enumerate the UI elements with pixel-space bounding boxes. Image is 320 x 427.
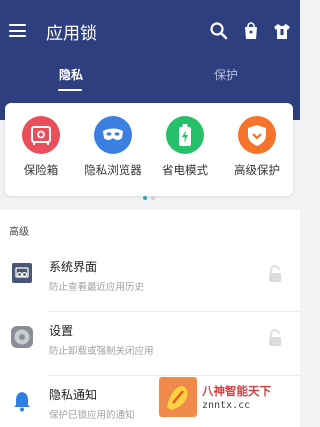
feature-card: 保险箱 隐私浏览器 省电模式 高级保护 xyxy=(5,103,293,200)
search-icon[interactable] xyxy=(209,21,229,41)
row-subtitle: 防止卸载或强制关闭应用 xyxy=(49,346,154,357)
tab-bar: 隐私 保护 xyxy=(0,62,300,96)
feature-label: 保险箱 xyxy=(23,163,59,177)
feature-power-saving[interactable]: 省电模式 xyxy=(149,116,221,178)
feature-label: 省电模式 xyxy=(162,163,208,177)
row-title: 隐私通知 xyxy=(49,388,98,402)
lock-icon[interactable] xyxy=(268,265,282,283)
page-dot xyxy=(151,196,155,200)
page-dot xyxy=(143,196,147,200)
app-header: 应用锁 隐私 保护 xyxy=(0,0,300,120)
mask-icon xyxy=(94,116,132,154)
feature-safe[interactable]: 保险箱 xyxy=(5,116,77,178)
safe-icon xyxy=(22,116,60,154)
list-item-system-ui[interactable]: 系统界面 防止查看最近应用历史 xyxy=(0,250,300,312)
menu-icon[interactable] xyxy=(9,24,26,37)
settings-icon xyxy=(11,326,33,348)
battery-icon xyxy=(166,116,204,154)
lock-icon[interactable] xyxy=(268,329,282,347)
feature-label: 高级保护 xyxy=(234,163,280,177)
watermark: 八神智能天下 znntx.cc xyxy=(159,377,300,417)
feature-advanced-protection[interactable]: 高级保护 xyxy=(221,116,293,178)
watermark-logo xyxy=(159,377,197,417)
list-item-settings[interactable]: 设置 防止卸载或强制关闭应用 xyxy=(0,314,300,376)
shirt-icon[interactable] xyxy=(272,21,292,41)
watermark-text: 八神智能天下 xyxy=(202,384,271,398)
section-title: 高级 xyxy=(9,227,29,238)
divider xyxy=(49,311,300,312)
row-subtitle: 保护已锁应用的通知 xyxy=(49,410,135,421)
feature-private-browser[interactable]: 隐私浏览器 xyxy=(77,116,149,178)
tab-protection[interactable]: 保护 xyxy=(214,66,238,83)
feature-label: 隐私浏览器 xyxy=(84,163,142,177)
divider xyxy=(49,375,300,376)
bell-icon xyxy=(14,392,30,412)
recent-apps-icon xyxy=(12,263,32,283)
tab-privacy[interactable]: 隐私 xyxy=(59,66,83,83)
row-subtitle: 防止查看最近应用历史 xyxy=(49,282,145,293)
page-title: 应用锁 xyxy=(46,24,97,44)
row-title: 系统界面 xyxy=(49,260,98,274)
page-indicator xyxy=(5,185,293,204)
shield-icon xyxy=(238,116,276,154)
shopping-bag-icon[interactable] xyxy=(241,21,261,41)
tab-indicator xyxy=(58,89,82,91)
row-title: 设置 xyxy=(49,324,74,338)
watermark-url: znntx.cc xyxy=(202,400,251,411)
toolbar: 应用锁 xyxy=(0,12,300,48)
